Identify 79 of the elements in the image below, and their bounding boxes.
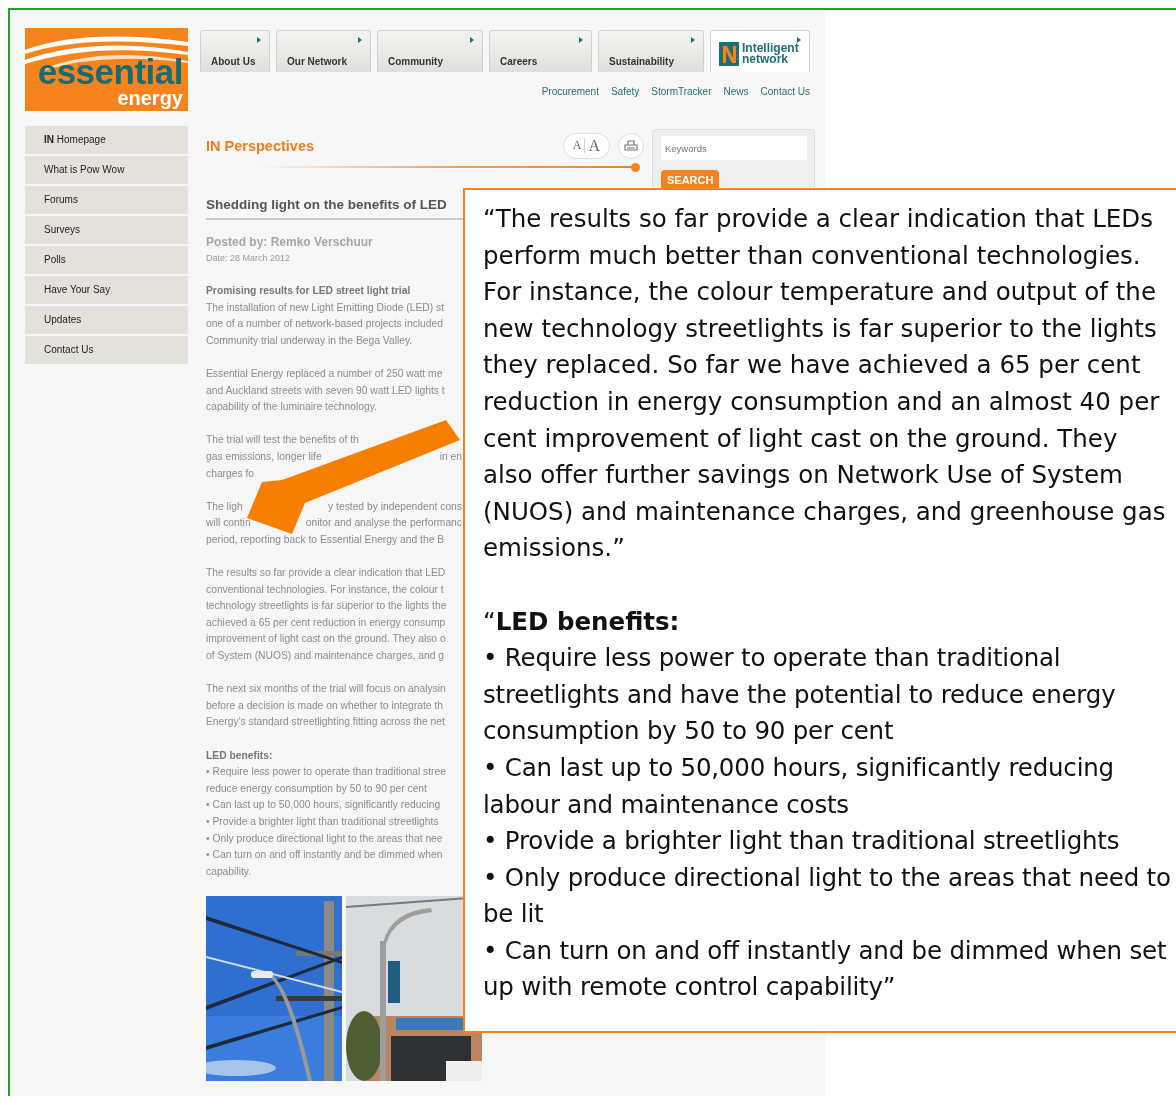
article-text: The ligh (206, 499, 243, 514)
quote-text: “The results so far provide a clear indication that LEDs perform much better than conventional technologies. For instance, the colour temperature and output of the new technology streetlights is far superior to the lights they replaced. So far we have achieved a 65 per cent reduction in energy consumption and an almost 40 per cent improvement of light cast on the ground. They also offer further savings on Network Use of System (NUOS) and maintenance charges, and greenhouse gas emissions.” (483, 203, 1167, 565)
nav-tab[interactable]: Community (377, 30, 483, 72)
article-text: • Provide a brighter light than traditional streetlights (206, 815, 439, 829)
sidebar-item[interactable]: Contact Us (25, 336, 188, 364)
larger-text-button[interactable]: A (585, 136, 603, 155)
article-text: • Can last up to 50,000 hours, significantly reducing (206, 798, 441, 813)
article-text: The results so far provide a clear indication that LED (206, 566, 446, 581)
print-button[interactable] (618, 132, 644, 159)
article-text: charges fo (206, 466, 255, 481)
paragraph-heading: LED benefits: (206, 748, 273, 763)
sidebar-item[interactable]: What is Pow Wow (25, 156, 188, 184)
section-title: IN Perspectives (206, 137, 314, 154)
article-text: • Require less power to operate than traditional stree (206, 765, 446, 780)
smaller-text-button[interactable]: A (569, 138, 585, 153)
article-title: Shedding light on the benefits of LED (206, 197, 447, 212)
triangle-icon (797, 37, 801, 43)
triangle-icon (358, 37, 362, 43)
benefits-heading: “LED benefits: (483, 605, 681, 638)
article-text: achieved a 65 per cent reduction in energy consump (206, 615, 446, 630)
article-text: Energy's standard streetlighting fitting across the net (206, 715, 445, 730)
article-text: of System (NUOS) and maintenance charges, and g (206, 649, 445, 664)
benefit-item: • Require less power to operate than traditional streetlights and have the potential to reduce energy consumption by 50 to 90 per cent (483, 642, 1117, 748)
nav-tab[interactable]: Our Network (276, 30, 371, 72)
article-text: capability of the luminaire technology. (206, 400, 377, 415)
article-text: Essential Energy replaced a number of 250 watt me (206, 366, 443, 381)
article-author: Posted by: Remko Verschuur (206, 235, 373, 249)
article-text: The next six months of the trial will focus on analysin (206, 682, 446, 697)
article-text: The trial will test the benefits of th (206, 433, 359, 448)
sidebar-item[interactable]: Forums (25, 186, 188, 214)
article-text: one of a number of network-based projects included (206, 317, 443, 332)
paragraph-heading: Promising results for LED street light trial (206, 284, 411, 298)
top-link[interactable]: Procurement (541, 86, 599, 97)
benefit-item: • Can turn on and off instantly and be dimmed when set up with remote control capability” (483, 934, 1168, 1004)
logo-text: energy (117, 88, 183, 109)
article-text: will contin (206, 516, 251, 531)
sidebar-item[interactable]: Updates (25, 306, 188, 334)
article-text: period, reporting back to Essential Energy and the B (206, 532, 445, 547)
article-text: onitor and analyse the performanc (305, 516, 462, 531)
article-text: in en (439, 449, 462, 464)
article-text: capability. (206, 864, 252, 879)
top-link[interactable]: StormTracker (651, 86, 712, 97)
logo-text: essential (37, 56, 183, 88)
article-text: and Auckland streets with seven 90 watt LED lights t (206, 383, 445, 398)
article-text: The installation of new Light Emitting Diode (LED) st (206, 300, 445, 315)
top-link[interactable]: Contact Us (760, 86, 810, 97)
article-text: gas emissions, longer life (206, 449, 322, 464)
article-text: Community trial underway in the Bega Valley. (206, 333, 413, 348)
sidebar-item[interactable]: IN Homepage (25, 126, 188, 154)
article-text: improvement of light cast on the ground. They also o (206, 632, 446, 647)
printer-icon (624, 139, 638, 152)
article-text: • Only produce directional light to the areas that nee (206, 831, 443, 846)
search-field[interactable]: Keywords (661, 136, 807, 160)
nav-tab[interactable]: Intelligent network (710, 30, 810, 72)
article-date: Date: 28 March 2012 (206, 253, 291, 263)
nav-tab[interactable]: Sustainability (598, 30, 704, 72)
benefit-item: • Only produce directional light to the areas that need to be lit (483, 861, 1172, 931)
sidebar-item[interactable]: Have Your Say (25, 276, 188, 304)
article-text: technology streetlights is far superior to the lights the (206, 599, 447, 614)
triangle-icon (257, 37, 261, 43)
article-text: before a decision is made on whether to integrate th (206, 698, 443, 713)
article-text: conventional technologies. For instance, the colour t (206, 582, 444, 597)
triangle-icon (691, 37, 695, 43)
sidebar-item[interactable]: Surveys (25, 216, 188, 244)
triangle-icon (579, 37, 583, 43)
logo-text: Intelligent (742, 42, 799, 54)
article-text: y tested by independent cons (328, 499, 462, 514)
triangle-icon (470, 37, 474, 43)
article-text: reduce energy consumption by 50 to 90 per cent (206, 781, 427, 796)
n-logo-icon (719, 41, 739, 66)
logo-text: network (742, 53, 788, 65)
benefit-item: • Provide a brighter light than traditional streetlights (483, 825, 1121, 858)
article-text: • Can turn on and off instantly and be dimmed when (206, 848, 443, 863)
top-link[interactable]: News (723, 86, 749, 97)
benefit-item: • Can last up to 50,000 hours, significantly reducing labour and maintenance costs (483, 751, 1115, 821)
sidebar-item[interactable]: Polls (25, 246, 188, 274)
nav-tab[interactable]: About Us (200, 30, 270, 72)
nav-tab[interactable]: Careers (489, 30, 592, 72)
top-link[interactable]: Safety (610, 86, 640, 97)
